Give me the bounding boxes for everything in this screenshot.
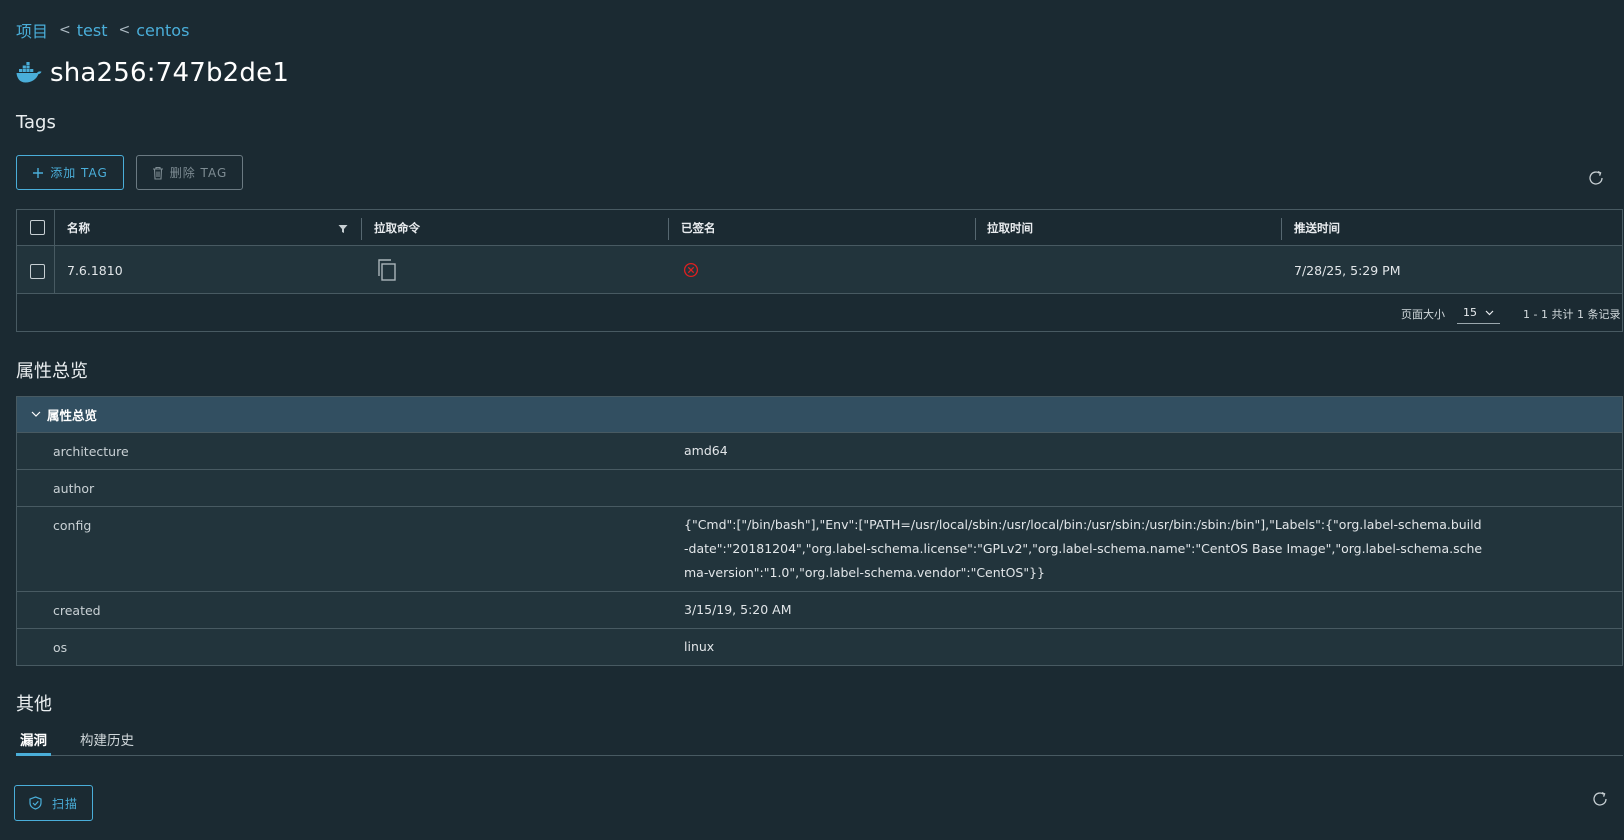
pagination-info: 1 - 1 共计 1 条记录 [1523,308,1621,321]
column-header-name[interactable]: 名称 [67,210,90,246]
property-key: author [53,481,95,496]
breadcrumb-repo-centos[interactable]: centos [136,21,189,40]
delete-tag-label: 删除 TAG [169,166,228,180]
tab-vulnerabilities[interactable]: 漏洞 [16,726,51,756]
breadcrumb: 项目 < test < centos [16,18,189,42]
page-size-value: 15 [1463,306,1477,319]
column-header-pull-time: 拉取时间 [987,221,1033,235]
column-divider [361,218,362,240]
breadcrumb-project-test[interactable]: test [77,21,108,40]
scan-label: 扫描 [51,796,78,811]
shield-check-icon [29,796,42,810]
column-divider [975,218,976,240]
copy-icon[interactable] [377,258,397,282]
artifact-digest-title: sha256:747b2de1 [50,58,290,88]
properties-heading: 属性总览 [16,361,88,382]
chevron-down-icon [1485,310,1494,315]
table-row[interactable]: 7.6.1810 7/28/25, 5:29 PM [17,246,1622,294]
breadcrumb-separator: < [59,22,71,38]
column-divider [668,218,669,240]
page-size-label: 页面大小 [1401,308,1445,321]
properties-panel-title: 属性总览 [47,408,98,423]
plus-icon [33,167,44,178]
tag-name-cell: 7.6.1810 [67,262,123,278]
property-key: architecture [53,444,129,459]
breadcrumb-separator: < [118,22,131,38]
property-key: os [53,640,68,655]
other-tabs: 漏洞 构建历史 [16,726,1623,756]
signed-cell [683,246,699,294]
artifact-detail-page: 项目 < test < centos sha256:747b2de1 Tags [0,0,1624,840]
tags-datagrid: 名称 拉取命令 已签名 拉取时间 推送时间 7.6.1810 7/28/25, … [16,209,1623,332]
properties-panel-toggle[interactable]: 属性总览 [17,397,1622,433]
row-select-checkbox[interactable] [30,264,45,279]
page-size-select[interactable]: 15 [1457,302,1500,324]
select-all-checkbox[interactable] [30,220,45,235]
delete-tag-button[interactable]: 删除 TAG [136,155,243,190]
column-divider [54,246,55,294]
docker-whale-icon [16,62,42,83]
breadcrumb-projects[interactable]: 项目 [16,18,48,42]
property-row-os: os linux [17,629,1622,665]
column-divider [54,210,55,246]
datagrid-footer: 页面大小 15 1 - 1 共计 1 条记录 [17,294,1622,332]
property-value: amd64 [684,443,728,458]
push-time-cell: 7/28/25, 5:29 PM [1294,262,1401,278]
add-tag-label: 添加 TAG [50,166,108,180]
property-row-created: created 3/15/19, 5:20 AM [17,592,1622,629]
artifact-title-row: sha256:747b2de1 [16,58,289,88]
tab-build-history[interactable]: 构建历史 [80,726,134,756]
filter-icon[interactable] [338,224,348,234]
chevron-down-icon [31,411,41,417]
property-key: config [53,518,92,533]
other-heading: 其他 [16,694,52,715]
scan-button[interactable]: 扫描 [14,785,93,821]
column-header-signed: 已签名 [681,221,716,235]
column-divider [1281,218,1282,240]
refresh-vulnerabilities-icon[interactable] [1591,790,1609,808]
property-row-config: config {"Cmd":["/bin/bash"],"Env":["PATH… [17,507,1622,592]
properties-stack-view: 属性总览 architecture amd64 author config {"… [16,396,1623,666]
add-tag-button[interactable]: 添加 TAG [16,155,124,190]
property-value: linux [684,639,715,654]
tags-heading: Tags [16,112,56,133]
tags-datagrid-header: 名称 拉取命令 已签名 拉取时间 推送时间 [17,210,1622,246]
refresh-tags-icon[interactable] [1587,169,1605,187]
trash-icon [152,166,163,180]
property-value: 3/15/19, 5:20 AM [684,602,792,617]
error-circle-icon [683,262,699,278]
property-key: created [53,603,101,618]
property-row-author: author [17,470,1622,507]
property-value: {"Cmd":["/bin/bash"],"Env":["PATH=/usr/l… [684,517,1483,580]
pull-command-cell [377,246,397,294]
column-header-pull-command: 拉取命令 [374,221,420,235]
column-header-push-time: 推送时间 [1294,221,1340,235]
property-row-architecture: architecture amd64 [17,433,1622,470]
